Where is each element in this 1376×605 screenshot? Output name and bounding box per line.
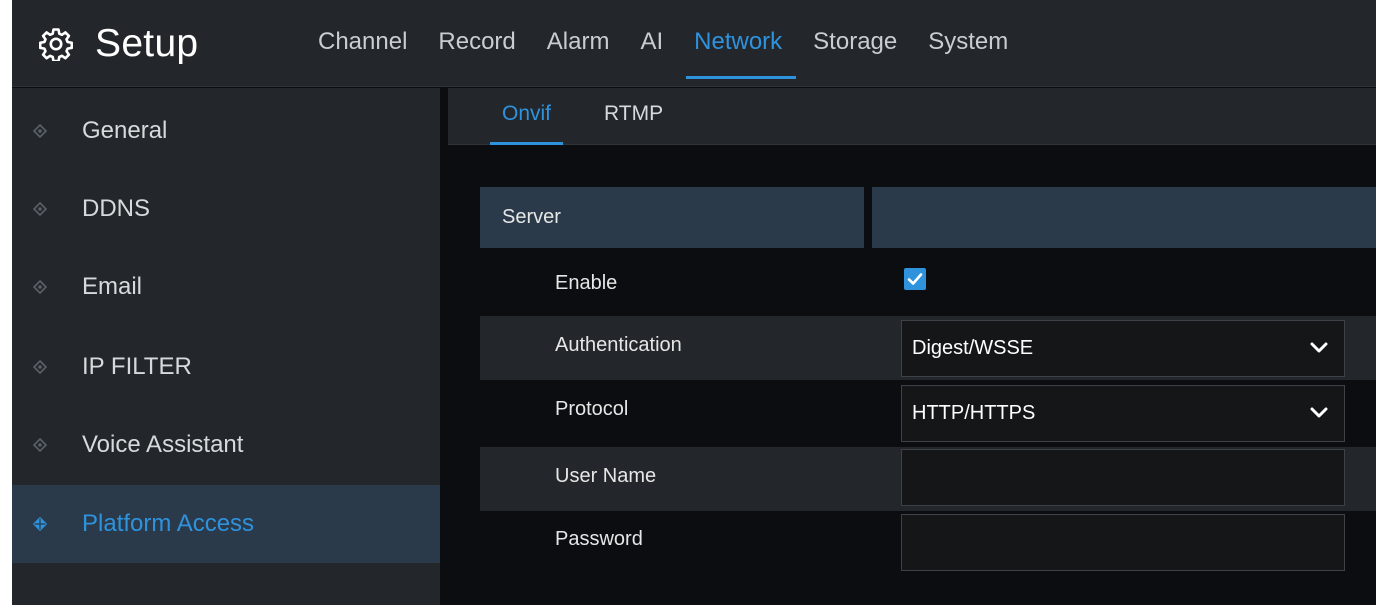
sidebar-item-label: Email	[82, 273, 143, 300]
sidebar-item-label: Voice Assistant	[82, 431, 244, 458]
diamond-bullet-icon	[33, 517, 47, 531]
diamond-bullet-icon	[33, 280, 47, 294]
tab-system[interactable]: System	[928, 0, 1008, 87]
authentication-label: Authentication	[555, 334, 682, 356]
sidebar-item-label: General	[82, 117, 168, 144]
authentication-row: Authentication Digest/WSSE	[480, 316, 1376, 380]
password-label: Password	[555, 528, 643, 550]
diamond-bullet-icon	[33, 124, 47, 138]
app-window: Setup Channel Record Alarm AI Network St…	[12, 0, 1376, 605]
tab-network[interactable]: Network	[686, 0, 797, 87]
checkmark-icon	[907, 273, 923, 285]
sidebar-item-ip-filter[interactable]: IP FILTER	[12, 328, 440, 406]
protocol-value: HTTP/HTTPS	[912, 402, 1036, 424]
section-title: Server	[502, 206, 561, 228]
tab-alarm[interactable]: Alarm	[547, 0, 610, 87]
chevron-down-icon	[1310, 407, 1328, 418]
sidebar-item-platform-access[interactable]: Platform Access	[12, 485, 440, 563]
enable-row: Enable	[480, 254, 1376, 318]
username-input[interactable]	[901, 449, 1345, 506]
protocol-label: Protocol	[555, 398, 629, 420]
password-row: Password	[480, 510, 1376, 574]
username-row: User Name	[480, 447, 1376, 511]
protocol-select[interactable]: HTTP/HTTPS	[901, 385, 1345, 442]
diamond-bullet-icon	[33, 202, 47, 216]
password-input[interactable]	[901, 514, 1345, 571]
chevron-down-icon	[1310, 342, 1328, 353]
sidebar-item-voice-assistant[interactable]: Voice Assistant	[12, 406, 440, 484]
tab-channel[interactable]: Channel	[318, 0, 407, 87]
tab-onvif[interactable]: Onvif	[489, 88, 564, 145]
content-panel: Onvif RTMP Server Enable Authentication …	[448, 88, 1376, 605]
sidebar-item-label: DDNS	[82, 195, 151, 222]
tab-record[interactable]: Record	[438, 0, 515, 87]
tab-rtmp[interactable]: RTMP	[604, 88, 663, 145]
tab-storage[interactable]: Storage	[813, 0, 897, 87]
sidebar-item-label: Platform Access	[82, 510, 255, 537]
enable-checkbox[interactable]	[904, 268, 926, 290]
diamond-bullet-icon	[33, 438, 47, 452]
authentication-value: Digest/WSSE	[912, 337, 1034, 359]
tab-ai[interactable]: AI	[640, 0, 663, 87]
sidebar-item-label: IP FILTER	[82, 353, 192, 380]
diamond-bullet-icon	[33, 360, 47, 374]
top-navigation-bar: Setup Channel Record Alarm AI Network St…	[12, 0, 1376, 87]
username-label: User Name	[555, 465, 657, 487]
sidebar: General DDNS Email IP FILTER Voice Assis…	[12, 88, 440, 605]
section-header: Server	[480, 187, 864, 248]
enable-label: Enable	[555, 272, 618, 294]
sub-tabs: Onvif RTMP	[448, 88, 1376, 145]
page-title: Setup	[95, 22, 199, 65]
section-header-fill	[872, 187, 1376, 248]
protocol-row: Protocol HTTP/HTTPS	[480, 380, 1376, 444]
authentication-select[interactable]: Digest/WSSE	[901, 320, 1345, 377]
main-tabs: Channel Record Alarm AI Network Storage …	[318, 0, 1039, 87]
sidebar-item-ddns[interactable]: DDNS	[12, 170, 440, 248]
setup-brand: Setup	[39, 18, 198, 70]
sidebar-item-email[interactable]: Email	[12, 248, 440, 326]
gear-icon	[39, 28, 73, 61]
sidebar-item-general[interactable]: General	[12, 92, 440, 170]
